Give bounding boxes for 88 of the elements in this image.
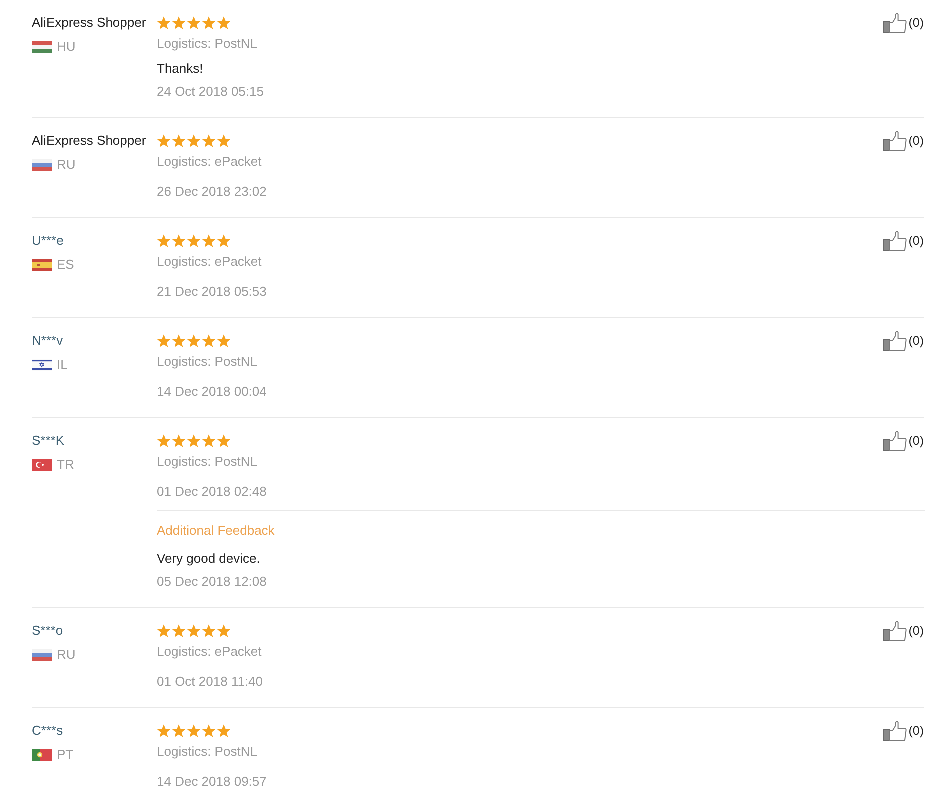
- thumbs-up-icon: [882, 621, 907, 641]
- review-date: 26 Dec 2018 23:02: [157, 183, 267, 201]
- flag-icon: [32, 359, 52, 371]
- reviewer-name: AliExpress Shopper: [32, 132, 146, 150]
- star-icon: [187, 334, 201, 348]
- review-date: 05 Dec 2018 12:08: [157, 573, 267, 591]
- star-icon: [172, 434, 186, 448]
- logistics-text: Logistics: PostNL: [157, 743, 258, 761]
- country-code: TR: [57, 456, 74, 474]
- star-icon: [172, 724, 186, 738]
- star-icon: [187, 134, 201, 148]
- reviewer-name[interactable]: U***e: [32, 231, 64, 251]
- star-icon: [157, 16, 171, 30]
- star-icon: [202, 334, 216, 348]
- star-icon: [202, 624, 216, 638]
- review-date: 21 Dec 2018 05:53: [157, 283, 267, 301]
- reviewer-name[interactable]: S***K: [32, 431, 65, 451]
- country-code: RU: [57, 156, 76, 174]
- star-icon: [172, 624, 186, 638]
- review-date: 14 Dec 2018 09:57: [157, 773, 267, 791]
- star-icon: [202, 134, 216, 148]
- star-icon: [157, 234, 171, 248]
- review-date: 24 Oct 2018 05:15: [157, 83, 264, 101]
- star-icon: [217, 624, 231, 638]
- star-icon: [187, 624, 201, 638]
- flag-icon: [32, 259, 52, 271]
- star-icon: [157, 134, 171, 148]
- like-button[interactable]: (0): [882, 720, 924, 742]
- star-icon: [217, 334, 231, 348]
- reviewer-name: AliExpress Shopper: [32, 14, 146, 32]
- review-date: 01 Oct 2018 11:40: [157, 673, 264, 691]
- review-comment: Thanks!: [157, 60, 204, 78]
- star-icon: [217, 134, 231, 148]
- reviewer-name[interactable]: C***s: [32, 721, 64, 741]
- star-icon: [217, 434, 231, 448]
- review-comment: Very good device.: [157, 550, 260, 568]
- logistics-text: Logistics: PostNL: [157, 353, 258, 371]
- flag-icon: [32, 41, 52, 53]
- flag-icon: [32, 749, 52, 761]
- star-icon: [157, 334, 171, 348]
- thumbs-up-icon: [882, 231, 907, 251]
- logistics-text: Logistics: PostNL: [157, 35, 258, 53]
- star-icon: [172, 134, 186, 148]
- like-button[interactable]: (0): [882, 430, 924, 452]
- star-icon: [217, 234, 231, 248]
- flag-icon: [32, 459, 52, 471]
- star-icon: [187, 724, 201, 738]
- review-date: 01 Dec 2018 02:48: [157, 483, 267, 501]
- like-button[interactable]: (0): [882, 620, 924, 642]
- country-code: IL: [57, 356, 68, 374]
- star-icon: [217, 724, 231, 738]
- like-button[interactable]: (0): [882, 12, 924, 34]
- review-date: 14 Dec 2018 00:04: [157, 383, 267, 401]
- reviewer-name[interactable]: S***o: [32, 621, 64, 641]
- star-icon: [157, 724, 171, 738]
- star-icon: [172, 234, 186, 248]
- star-icon: [202, 234, 216, 248]
- star-icon: [157, 624, 171, 638]
- star-icon: [157, 434, 171, 448]
- logistics-text: Logistics: ePacket: [157, 253, 262, 271]
- country-code: ES: [57, 256, 74, 274]
- like-button[interactable]: (0): [882, 230, 924, 252]
- star-icon: [202, 724, 216, 738]
- additional-feedback-label: Additional Feedback: [157, 522, 275, 540]
- reviewer-name[interactable]: N***v: [32, 331, 64, 351]
- country-code: RU: [57, 646, 76, 664]
- thumbs-up-icon: [882, 13, 907, 33]
- star-icon: [202, 16, 216, 30]
- logistics-text: Logistics: ePacket: [157, 153, 262, 171]
- like-button[interactable]: (0): [882, 130, 924, 152]
- thumbs-up-icon: [882, 131, 907, 151]
- star-icon: [172, 334, 186, 348]
- country-code: HU: [57, 38, 76, 56]
- star-icon: [217, 16, 231, 30]
- flag-icon: [32, 159, 52, 171]
- star-icon: [202, 434, 216, 448]
- logistics-text: Logistics: ePacket: [157, 643, 262, 661]
- star-icon: [172, 16, 186, 30]
- flag-icon: [32, 649, 52, 661]
- star-icon: [187, 234, 201, 248]
- thumbs-up-icon: [882, 331, 907, 351]
- star-icon: [187, 434, 201, 448]
- thumbs-up-icon: [882, 721, 907, 741]
- country-code: PT: [57, 746, 74, 764]
- star-icon: [187, 16, 201, 30]
- logistics-text: Logistics: PostNL: [157, 453, 258, 471]
- thumbs-up-icon: [882, 431, 907, 451]
- like-button[interactable]: (0): [882, 330, 924, 352]
